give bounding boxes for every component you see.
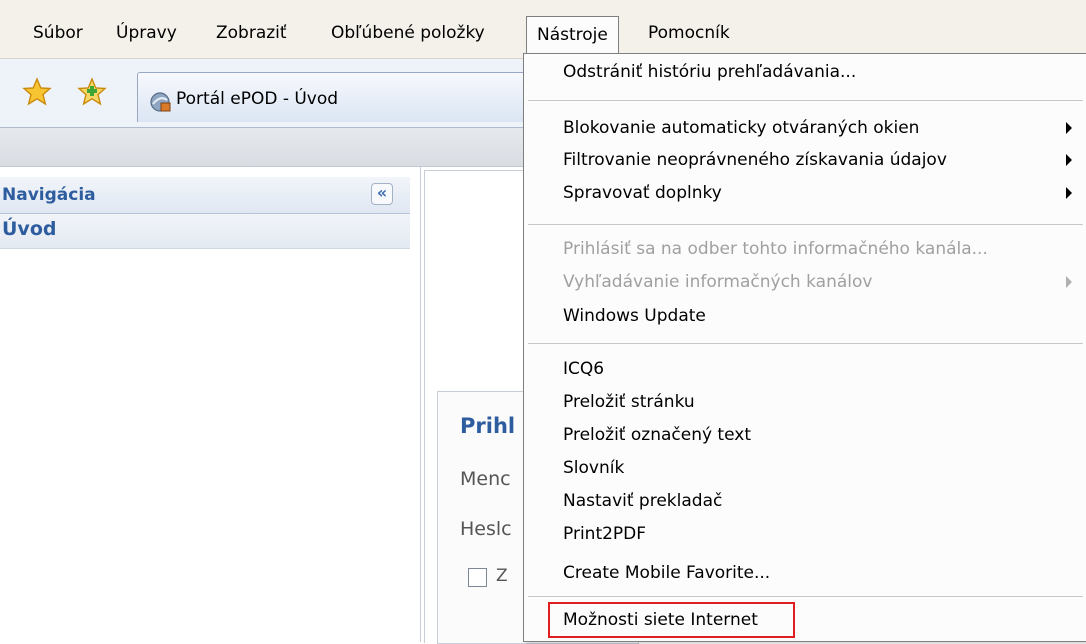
menu-item-translator-settings[interactable]: Nastaviť prekladač [563,490,722,512]
menu-separator [528,343,1083,344]
remember-checkbox[interactable] [468,568,487,587]
menu-separator [528,596,1083,597]
remember-label: Z [496,566,508,586]
menu-file[interactable]: Súbor [33,22,83,44]
menu-tools[interactable]: Nástroje [526,16,619,54]
navigation-header: Navigácia « [0,177,410,214]
menu-item-translate-page[interactable]: Preložiť stránku [563,391,695,413]
menu-item-popup-blocker[interactable]: Blokovanie automaticky otváraných okien [563,117,919,139]
menu-edit[interactable]: Úpravy [116,22,177,44]
menu-item-translate-selection[interactable]: Preložiť označený text [563,424,751,446]
submenu-arrow-icon [1066,276,1072,288]
tab-portal-epod[interactable]: Portál ePOD - Úvod [137,72,557,122]
menu-item-print2pdf[interactable]: Print2PDF [563,523,646,545]
add-favorite-icon[interactable] [77,77,107,107]
menu-item-manage-addons[interactable]: Spravovať doplnky [563,182,722,204]
menu-help[interactable]: Pomocník [648,22,730,44]
collapse-button[interactable]: « [371,183,393,205]
navigation-panel: Navigácia « Úvod [0,167,421,642]
menu-view[interactable]: Zobraziť [216,22,287,44]
menu-item-icq6[interactable]: ICQ6 [563,358,604,380]
nav-item-label: Úvod [2,218,57,240]
favorites-star-icon[interactable] [22,77,52,107]
menu-favorites[interactable]: Obľúbené položky [331,22,485,44]
username-label: Menc [460,468,511,490]
menu-item-subscribe-feed[interactable]: Prihlásiť sa na odber tohto informačného… [563,238,988,260]
submenu-arrow-icon [1066,154,1072,166]
menu-bar: Súbor Úpravy Zobraziť Obľúbené položky N… [0,0,1086,59]
tools-dropdown-menu [523,53,1086,642]
submenu-arrow-icon [1066,122,1072,134]
nav-item-uvod[interactable]: Úvod [0,214,410,249]
menu-separator [528,224,1083,225]
submenu-arrow-icon [1066,187,1072,199]
login-title: Prihl [460,414,516,438]
menu-item-delete-history[interactable]: Odstrániť históriu prehľadávania... [563,61,856,83]
menu-item-phishing-filter[interactable]: Filtrovanie neoprávneného získavania úda… [563,149,947,171]
navigation-title: Navigácia [2,185,96,205]
menu-item-windows-update[interactable]: Windows Update [563,305,706,327]
menu-item-create-mobile-favorite[interactable]: Create Mobile Favorite... [563,562,770,584]
tab-title: Portál ePOD - Úvod [176,89,339,109]
menu-item-dictionary[interactable]: Slovník [563,457,624,479]
password-label: Heslc [460,518,512,540]
highlight-box [548,602,795,638]
page-icon [148,91,172,113]
menu-item-feed-discovery[interactable]: Vyhľadávanie informačných kanálov [563,271,872,293]
menu-separator [528,100,1083,101]
